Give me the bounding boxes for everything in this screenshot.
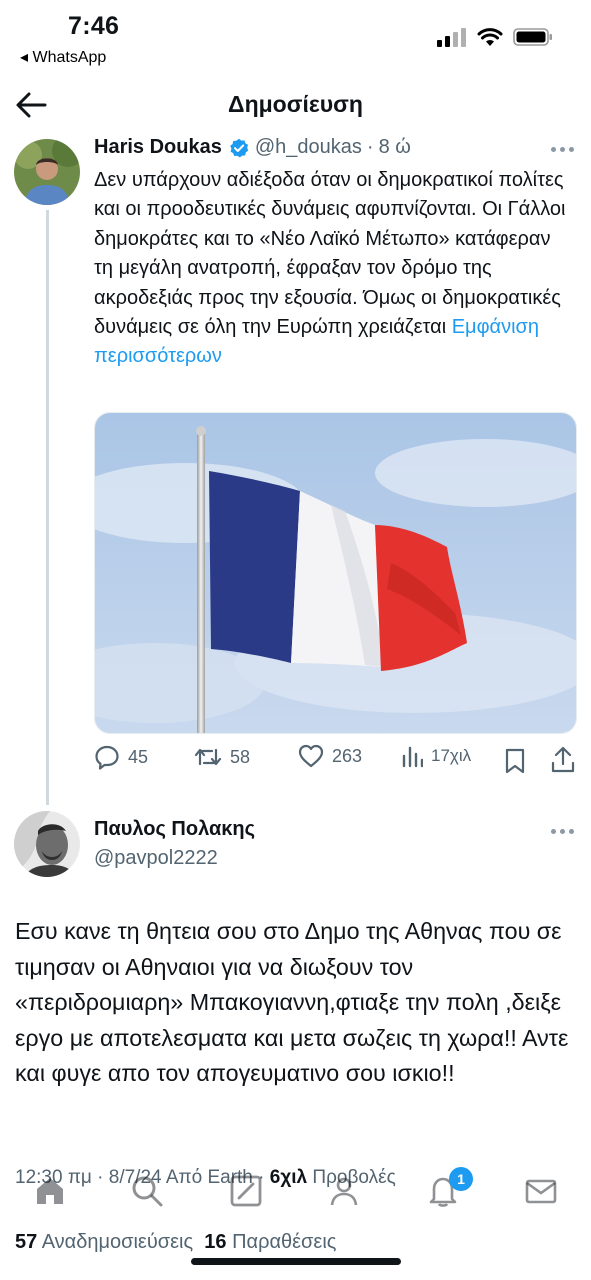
separator-dot: · (366, 136, 374, 158)
reposts-count[interactable]: 57 (15, 1231, 37, 1253)
post-header: Δημοσίευση (0, 78, 591, 134)
notification-badge: 1 (449, 1167, 473, 1191)
quotes-count[interactable]: 16 (204, 1231, 226, 1253)
home-indicator[interactable] (191, 1258, 401, 1265)
thread-connector-line (46, 210, 49, 805)
french-flag-photo (95, 413, 576, 733)
page-title: Δημοσίευση (228, 91, 363, 117)
views-bar-chart-icon (402, 746, 423, 768)
tweet-body: Δεν υπάρχουν αδιέξοδα όταν οι δημοκρατικ… (94, 169, 566, 339)
search-icon[interactable] (130, 1174, 164, 1208)
reply-author-avatar-image (14, 811, 80, 877)
wifi-icon (477, 28, 503, 46)
reply-count: 45 (128, 746, 149, 767)
author-avatar[interactable] (14, 139, 80, 205)
tweet-age: 8 ώ (378, 136, 411, 158)
cellular-signal-icon (437, 28, 466, 47)
retweet-action[interactable]: 58 (194, 744, 250, 770)
reply-icon (95, 745, 119, 770)
tweet-text: Δεν υπάρχουν αδιέξοδα όταν οι δημοκρατικ… (94, 166, 574, 372)
reply-more-options-icon[interactable] (551, 829, 574, 834)
mail-icon[interactable] (524, 1174, 558, 1208)
status-icons (437, 27, 553, 47)
author-name[interactable]: Haris Doukas (94, 136, 222, 159)
bottom-tab-bar (0, 1160, 591, 1220)
heart-icon (298, 744, 324, 768)
share-icon[interactable] (551, 746, 575, 774)
reply-author-handle[interactable]: @pavpol2222 (94, 847, 218, 870)
quotes-label[interactable]: Παραθέσεις (227, 1231, 336, 1253)
reposts-label[interactable]: Αναδημοσιεύσεις (37, 1231, 193, 1253)
like-count: 263 (332, 745, 363, 766)
retweet-icon (194, 748, 222, 766)
like-action[interactable]: 263 (298, 744, 362, 768)
tweet-header: Haris Doukas @h_doukas · 8 ώ (94, 136, 411, 159)
status-bar: 7:46 ◂ WhatsApp (0, 0, 591, 78)
views-action[interactable]: 17χιλ (401, 744, 471, 768)
reply-author-name[interactable]: Παυλος Πολακης (94, 818, 255, 841)
battery-icon (513, 28, 552, 46)
tweet-image[interactable] (94, 412, 577, 734)
bookmark-icon[interactable] (504, 748, 526, 774)
compose-icon[interactable] (229, 1174, 263, 1208)
author-handle[interactable]: @h_doukas (255, 136, 362, 159)
reply-text: Εσυ κανε τη θητεια σου στο Δημο της Αθην… (15, 918, 569, 1086)
tweet-more-options-icon[interactable] (551, 147, 574, 152)
status-time: 7:46 (68, 12, 120, 40)
back-to-whatsapp-link[interactable]: ◂ WhatsApp (20, 47, 106, 67)
communities-icon[interactable] (327, 1174, 361, 1208)
reply-action[interactable]: 45 (94, 744, 148, 770)
retweet-count: 58 (230, 746, 251, 767)
reply-author-avatar[interactable] (14, 811, 80, 877)
verified-badge-icon (230, 138, 249, 157)
views-count: 17χιλ (431, 746, 472, 765)
home-icon[interactable] (33, 1174, 67, 1208)
tweet-actions: 45 58 263 17χιλ (94, 744, 577, 778)
author-avatar-image (14, 139, 80, 205)
reply-stats: 57 Αναδημοσιεύσεις 16 Παραθέσεις (15, 1231, 336, 1254)
